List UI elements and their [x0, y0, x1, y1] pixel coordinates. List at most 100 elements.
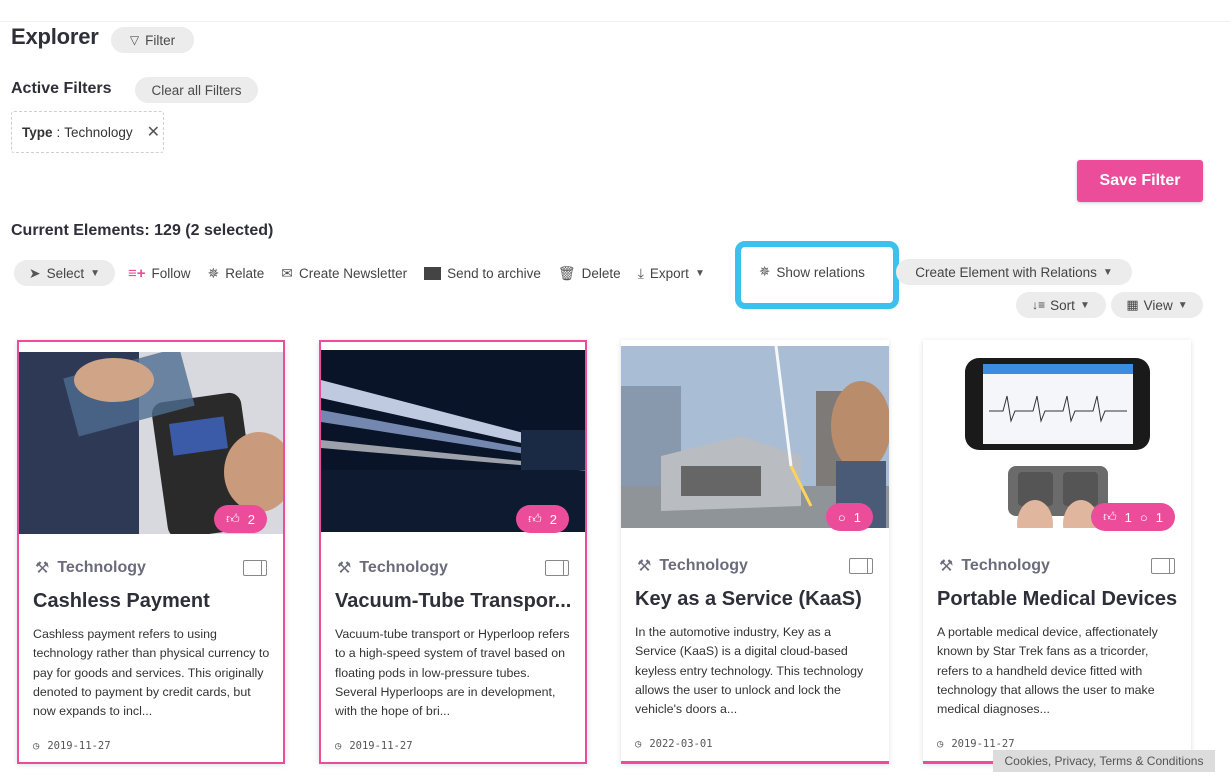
clock-icon: ◷: [33, 740, 40, 752]
card-title[interactable]: Vacuum-Tube Transpor...: [335, 590, 580, 613]
chevron-down-icon: ▼: [1079, 299, 1090, 311]
relate-label: Relate: [225, 265, 265, 281]
likes-count: 2: [549, 511, 557, 527]
current-elements-count: Current Elements: 129 (2 selected): [11, 222, 273, 240]
save-filter-button[interactable]: Save Filter: [1077, 160, 1203, 202]
relate-icon: ✵: [207, 264, 220, 281]
view-label: View: [1143, 297, 1173, 313]
card-image-truck: [621, 346, 889, 528]
card-image-ecg-device: [923, 346, 1191, 528]
clear-all-filters-button[interactable]: Clear all Filters: [135, 77, 258, 103]
preview-icon[interactable]: [1151, 558, 1175, 574]
show-relations-label: Show relations: [776, 264, 865, 280]
card-description: Cashless payment refers to using technol…: [33, 627, 270, 719]
card-date-value: 2019-11-27: [951, 738, 1015, 750]
active-filters-heading: Active Filters: [11, 80, 112, 97]
hammer-icon: ⚒: [939, 558, 954, 575]
comments-count: 1: [853, 509, 861, 525]
delete-label: Delete: [581, 265, 621, 281]
card-type: ⚒ Technology: [939, 556, 1050, 576]
filter-chip-type: Type: Technology ✕: [11, 111, 164, 153]
select-dropdown[interactable]: ➤ Select ▼: [14, 260, 115, 286]
chevron-down-icon: ▼: [694, 267, 705, 279]
relations-icon: ✵: [759, 264, 771, 279]
likes-badge[interactable]: 👍︎ 2: [214, 505, 267, 533]
cookies-privacy-link[interactable]: Cookies, Privacy, Terms & Conditions: [993, 750, 1215, 772]
current-elements-label: Current Elements:: [11, 222, 150, 239]
card-date-value: 2019-11-27: [47, 740, 111, 752]
toolbar: ➤ Select ▼ ≡+ Follow ✵ Relate ✉ Create N…: [14, 259, 705, 287]
filter-chip-key: Type: [22, 124, 53, 140]
archive-icon: [424, 266, 442, 280]
hammer-icon: ⚒: [637, 558, 652, 575]
top-bar: [0, 0, 1230, 22]
chevron-down-icon: ▼: [90, 267, 101, 279]
sort-label: Sort: [1050, 297, 1075, 313]
preview-icon[interactable]: [545, 560, 569, 576]
grid-icon: ▦: [1126, 297, 1139, 312]
create-newsletter-button[interactable]: ✉ Create Newsletter: [281, 260, 407, 286]
thumbs-up-icon: 👍︎: [226, 511, 240, 526]
follow-icon: ≡+: [128, 264, 146, 282]
preview-icon[interactable]: [849, 558, 873, 574]
send-to-archive-label: Send to archive: [447, 265, 541, 281]
clock-icon: ◷: [335, 740, 342, 752]
card-title[interactable]: Cashless Payment: [33, 590, 278, 613]
card-date: ◷ 2019-11-27: [937, 738, 1015, 750]
trash-icon: 🗑: [557, 264, 576, 281]
preview-icon[interactable]: [243, 560, 267, 576]
card-type: ⚒ Technology: [35, 558, 146, 578]
card-description: In the automotive industry, Key as a Ser…: [635, 625, 864, 717]
card-description: A portable medical device, affectionatel…: [937, 625, 1158, 717]
element-card[interactable]: 👍︎ 2 ⚒ Technology Cashless Payment Cashl…: [17, 340, 285, 764]
send-to-archive-button[interactable]: Send to archive: [424, 260, 541, 286]
likes-comments-badge[interactable]: 👍︎ 1 ○ 1: [1091, 503, 1175, 531]
card-type: ⚒ Technology: [637, 556, 748, 576]
current-elements-value: 129 (2 selected): [154, 222, 274, 239]
likes-count: 2: [247, 511, 255, 527]
element-card[interactable]: ○ 1 ⚒ Technology Key as a Service (KaaS)…: [621, 340, 889, 764]
select-label: Select: [46, 265, 85, 281]
delete-button[interactable]: 🗑 Delete: [558, 260, 621, 286]
likes-badge[interactable]: 👍︎ 2: [516, 505, 569, 533]
export-label: Export: [649, 265, 689, 281]
hammer-icon: ⚒: [337, 560, 352, 577]
create-newsletter-label: Create Newsletter: [299, 265, 408, 281]
create-element-label: Create Element with Relations: [915, 264, 1097, 280]
sort-dropdown[interactable]: ↓≡ Sort ▼: [1016, 292, 1106, 318]
follow-button[interactable]: ≡+ Follow: [128, 260, 191, 286]
page-title: Explorer: [11, 24, 99, 49]
sort-icon: ↓≡: [1032, 298, 1046, 312]
hammer-icon: ⚒: [35, 560, 50, 577]
element-card[interactable]: 👍︎ 1 ○ 1 ⚒ Technology Portable Medical D…: [923, 340, 1191, 764]
filter-chip-value: Technology: [64, 124, 133, 140]
filter-icon: ▽: [129, 33, 140, 47]
card-date-value: 2022-03-01: [649, 738, 713, 750]
view-dropdown[interactable]: ▦ View ▼: [1111, 292, 1203, 318]
mail-icon: ✉: [281, 264, 294, 281]
download-icon: ⤓: [637, 264, 644, 281]
chevron-down-icon: ▼: [1177, 299, 1188, 311]
card-description: Vacuum-tube transport or Hyperloop refer…: [335, 627, 570, 719]
card-type: ⚒ Technology: [337, 558, 448, 578]
create-element-with-relations-dropdown[interactable]: Create Element with Relations ▼: [896, 259, 1132, 285]
close-icon[interactable]: ✕: [147, 122, 160, 142]
card-date-value: 2019-11-27: [349, 740, 413, 752]
clock-icon: ◷: [937, 738, 944, 750]
card-title[interactable]: Portable Medical Devices: [937, 588, 1182, 611]
thumbs-up-icon: 👍︎: [528, 511, 542, 526]
card-type-label: Technology: [961, 557, 1050, 574]
filter-button[interactable]: ▽ Filter: [111, 27, 194, 53]
relate-button[interactable]: ✵ Relate: [208, 260, 265, 286]
export-dropdown[interactable]: ⤓ Export ▼: [638, 260, 705, 286]
comments-badge[interactable]: ○ 1: [825, 503, 873, 531]
card-title[interactable]: Key as a Service (KaaS): [635, 588, 880, 611]
card-type-label: Technology: [57, 559, 146, 576]
comments-count: 1: [1155, 509, 1163, 525]
comment-icon: ○: [1139, 509, 1148, 525]
element-card[interactable]: 👍︎ 2 ⚒ Technology Vacuum-Tube Transpor..…: [319, 340, 587, 764]
show-relations-button[interactable]: ✵ Show relations: [759, 259, 865, 285]
card-date: ◷ 2019-11-27: [335, 740, 413, 752]
filter-button-label: Filter: [145, 32, 176, 48]
follow-label: Follow: [151, 265, 191, 281]
